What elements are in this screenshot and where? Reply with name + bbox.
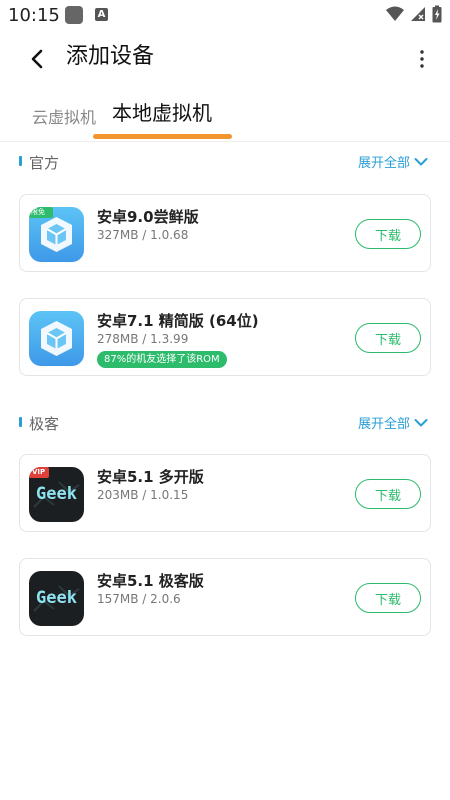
rom-card[interactable]: 限免 安卓9.0尝鲜版 327MB / 1.0.68 下载 [19,194,431,272]
rom-meta: 278MB / 1.3.99 [97,332,189,346]
popularity-badge: 87%的机友选择了该ROM [97,351,227,368]
vm-cube-icon [29,311,84,366]
chevron-down-icon [414,418,428,426]
status-bar: 10:15 A [0,0,450,32]
more-vert-icon [420,50,424,68]
download-button[interactable]: 下载 [355,323,421,353]
rom-card[interactable]: VIP Geek 安卓5.1 多开版 203MB / 1.0.15 下载 [19,454,431,532]
rom-meta: 327MB / 1.0.68 [97,228,189,242]
rom-name: 安卓7.1 精简版 (64位) [97,312,259,330]
rom-name: 安卓5.1 多开版 [97,468,204,486]
geek-logo-text: Geek [36,484,77,504]
notification-square-icon [65,6,83,24]
download-button[interactable]: 下载 [355,219,421,249]
rom-meta: 203MB / 1.0.15 [97,488,189,502]
tab-cloud-vm[interactable]: 云虚拟机 [32,104,96,128]
section-title: 官方 [29,154,60,172]
corner-tag: 限免 [31,208,45,216]
status-icons [386,5,442,23]
section-marker [19,417,22,427]
corner-tag: VIP [32,468,46,476]
more-options-button[interactable] [412,44,432,74]
expand-all-link[interactable]: 展开全部 [358,152,428,171]
download-button[interactable]: 下载 [355,479,421,509]
wifi-icon [386,6,404,21]
tab-bar: 云虚拟机 本地虚拟机 [0,88,450,142]
rom-meta: 157MB / 2.0.6 [97,592,181,606]
geek-logo-icon: Geek [29,571,84,626]
signal-icon [411,7,425,21]
back-button[interactable] [20,42,54,76]
geek-logo-text: Geek [36,588,77,608]
rom-card[interactable]: Geek 安卓5.1 极客版 157MB / 2.0.6 下载 [19,558,431,636]
page-title: 添加设备 [66,44,155,69]
geek-logo-icon: VIP Geek [29,467,84,522]
section-header-geek: 极客 展开全部 [0,411,450,435]
download-button[interactable]: 下载 [355,583,421,613]
a-badge-icon: A [95,8,108,21]
status-time: 10:15 [8,5,60,26]
back-arrow-icon [31,49,43,69]
expand-all-link[interactable]: 展开全部 [358,413,428,432]
expand-all-label: 展开全部 [357,417,410,432]
app-bar: 添加设备 [0,32,450,84]
battery-charging-icon [432,5,442,23]
vm-cube-icon: 限免 [29,207,84,262]
rom-card[interactable]: 安卓7.1 精简版 (64位) 278MB / 1.3.99 87%的机友选择了… [19,298,431,376]
section-title: 极客 [29,415,60,433]
chevron-down-icon [414,157,428,165]
expand-all-label: 展开全部 [357,156,410,171]
rom-name: 安卓9.0尝鲜版 [97,208,199,226]
section-header-official: 官方 展开全部 [0,150,450,174]
tab-local-vm[interactable]: 本地虚拟机 [112,97,212,126]
tab-active-indicator [93,134,232,139]
rom-name: 安卓5.1 极客版 [97,572,204,590]
section-marker [19,156,22,166]
